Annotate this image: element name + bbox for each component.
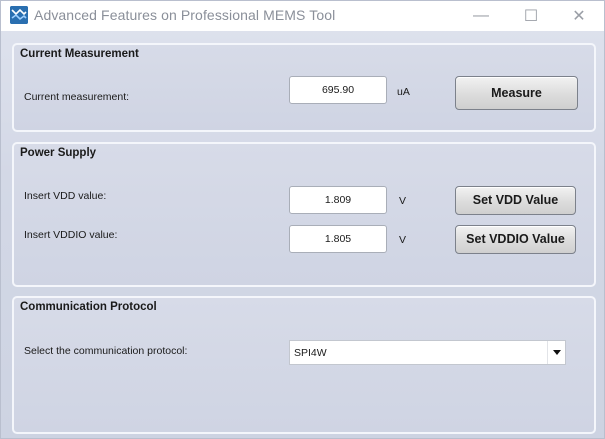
close-icon[interactable]: ✕: [554, 1, 604, 31]
measure-button[interactable]: Measure: [455, 76, 578, 110]
maximize-icon[interactable]: ☐: [506, 1, 556, 31]
communication-protocol-group: Communication Protocol Select the commun…: [12, 296, 596, 434]
title-bar: Advanced Features on Professional MEMS T…: [1, 1, 604, 31]
vdd-label: Insert VDD value:: [24, 190, 107, 202]
vddio-field[interactable]: 1.805: [289, 225, 387, 253]
window-title: Advanced Features on Professional MEMS T…: [34, 7, 336, 23]
communication-protocol-title: Communication Protocol: [20, 301, 157, 313]
vddio-unit-label: V: [399, 234, 407, 246]
chevron-down-icon[interactable]: [547, 341, 565, 364]
app-logo-icon: [10, 6, 28, 24]
protocol-selected-value: SPI4W: [294, 347, 327, 359]
current-measurement-group: Current Measurement Current measurement:…: [12, 43, 596, 132]
current-measurement-title: Current Measurement: [20, 48, 139, 60]
protocol-label: Select the communication protocol:: [24, 345, 188, 357]
vddio-label: Insert VDDIO value:: [24, 229, 118, 241]
current-unit-label: uA: [397, 86, 410, 98]
minimize-icon[interactable]: —: [456, 1, 506, 31]
power-supply-title: Power Supply: [20, 147, 97, 159]
protocol-select[interactable]: SPI4W: [289, 340, 566, 365]
power-supply-group: Power Supply Insert VDD value: 1.809 V S…: [12, 142, 596, 287]
set-vddio-button[interactable]: Set VDDIO Value: [455, 225, 576, 254]
current-measurement-label: Current measurement:: [24, 91, 130, 103]
set-vdd-button[interactable]: Set VDD Value: [455, 186, 576, 215]
vdd-field[interactable]: 1.809: [289, 186, 387, 214]
app-window: Advanced Features on Professional MEMS T…: [0, 0, 605, 439]
vdd-unit-label: V: [399, 195, 407, 207]
current-measurement-field[interactable]: 695.90: [289, 76, 387, 104]
